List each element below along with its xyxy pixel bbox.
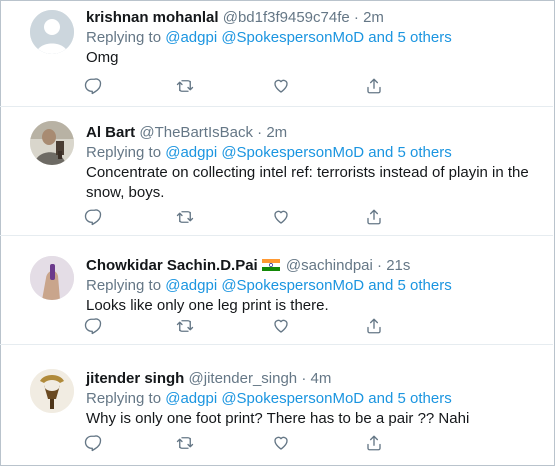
avatar[interactable] [30,121,74,165]
tweet-time[interactable]: 4m [311,370,332,387]
share-button[interactable] [364,316,384,336]
share-icon [367,435,381,451]
retweet-icon [176,211,194,223]
tweet-content: Al Bart @TheBartIsBack · 2m Replying to … [86,123,541,203]
like-button[interactable] [271,207,291,227]
others-link[interactable]: and 5 others [368,144,451,161]
like-icon [274,436,288,450]
replying-to: Replying to @adgpi @SpokespersonMoD and … [86,28,541,47]
share-icon [367,318,381,334]
author-name[interactable]: jitender singh [86,370,184,387]
reply-button[interactable] [83,207,103,227]
share-button[interactable] [364,76,384,96]
reply-icon [84,209,102,226]
tweet-actions [83,76,386,96]
tweet-header: krishnan mohanlal @bd1f3f9459c74fe · 2m [86,8,541,27]
replying-to-label: Replying to [86,29,162,46]
avatar[interactable] [30,256,74,300]
others-link[interactable]: and 5 others [368,277,451,294]
tweet-time[interactable]: 2m [266,124,287,141]
tweet[interactable]: Chowkidar Sachin.D.Pai @sachindpai · 21s… [0,236,553,345]
separator-dot: · [353,9,359,26]
tweet-actions [83,433,386,453]
profile-photo-icon [30,256,74,300]
author-handle[interactable]: @bd1f3f9459c74fe [223,9,350,26]
tweet-content: jitender singh @jitender_singh · 4m Repl… [86,369,541,429]
separator-dot: · [377,257,383,274]
default-avatar-icon [30,10,74,54]
mention-link[interactable]: @adgpi [165,277,217,294]
separator-dot: · [257,124,263,141]
profile-photo-icon [30,121,74,165]
retweet-icon [176,80,194,92]
replying-to: Replying to @adgpi @SpokespersonMoD and … [86,143,541,162]
mention-link[interactable]: @adgpi [165,144,217,161]
mention-link[interactable]: @SpokespersonMoD [221,277,364,294]
others-link[interactable]: and 5 others [368,390,451,407]
share-icon [367,78,381,94]
tweet-header: jitender singh @jitender_singh · 4m [86,369,541,388]
tweet-actions [83,207,386,227]
retweet-button[interactable] [175,433,195,453]
share-button[interactable] [364,433,384,453]
author-name[interactable]: Al Bart [86,124,135,141]
retweet-icon [176,320,194,332]
retweet-button[interactable] [175,316,195,336]
like-button[interactable] [271,76,291,96]
reply-button[interactable] [83,76,103,96]
separator-dot: · [301,370,307,387]
tweet-header: Chowkidar Sachin.D.Pai @sachindpai · 21s [86,256,541,275]
like-icon [274,79,288,93]
replying-to-label: Replying to [86,144,162,161]
tweet-text: Why is only one foot print? There has to… [86,410,470,427]
like-button[interactable] [271,433,291,453]
author-name[interactable]: krishnan mohanlal [86,9,219,26]
like-icon [274,210,288,224]
tweet-actions [83,316,386,336]
tweet[interactable]: jitender singh @jitender_singh · 4m Repl… [0,345,553,464]
tweet-content: krishnan mohanlal @bd1f3f9459c74fe · 2m … [86,8,541,68]
others-link[interactable]: and 5 others [368,29,451,46]
tweet-header: Al Bart @TheBartIsBack · 2m [86,123,541,142]
profile-photo-icon [30,369,74,413]
author-handle[interactable]: @sachindpai [286,257,373,274]
tweet-text: Concentrate on collecting intel ref: ter… [86,164,529,201]
retweet-button[interactable] [175,76,195,96]
mention-link[interactable]: @SpokespersonMoD [221,144,364,161]
avatar[interactable] [30,10,74,54]
author-name[interactable]: Chowkidar Sachin.D.Pai [86,257,258,274]
avatar[interactable] [30,369,74,413]
retweet-button[interactable] [175,207,195,227]
mention-link[interactable]: @adgpi [165,29,217,46]
share-button[interactable] [364,207,384,227]
mention-link[interactable]: @adgpi [165,390,217,407]
tweet[interactable]: Al Bart @TheBartIsBack · 2m Replying to … [0,107,553,236]
tweet-content: Chowkidar Sachin.D.Pai @sachindpai · 21s… [86,256,541,316]
tweet-text: Omg [86,49,119,66]
replying-to-label: Replying to [86,390,162,407]
retweet-icon [176,437,194,449]
author-handle[interactable]: @jitender_singh [189,370,298,387]
reply-button[interactable] [83,316,103,336]
tweet-time[interactable]: 2m [363,9,384,26]
mention-link[interactable]: @SpokespersonMoD [221,29,364,46]
india-flag-icon [261,259,280,271]
replying-to: Replying to @adgpi @SpokespersonMoD and … [86,389,541,408]
reply-icon [84,435,102,452]
tweet-text: Looks like only one leg print is there. [86,297,329,314]
reply-icon [84,78,102,95]
reply-button[interactable] [83,433,103,453]
tweet-time[interactable]: 21s [386,257,410,274]
tweet[interactable]: krishnan mohanlal @bd1f3f9459c74fe · 2m … [0,0,553,107]
mention-link[interactable]: @SpokespersonMoD [221,390,364,407]
like-icon [274,319,288,333]
share-icon [367,209,381,225]
author-handle[interactable]: @TheBartIsBack [139,124,253,141]
reply-icon [84,318,102,335]
like-button[interactable] [271,316,291,336]
replying-to-label: Replying to [86,277,162,294]
replying-to: Replying to @adgpi @SpokespersonMoD and … [86,276,541,295]
